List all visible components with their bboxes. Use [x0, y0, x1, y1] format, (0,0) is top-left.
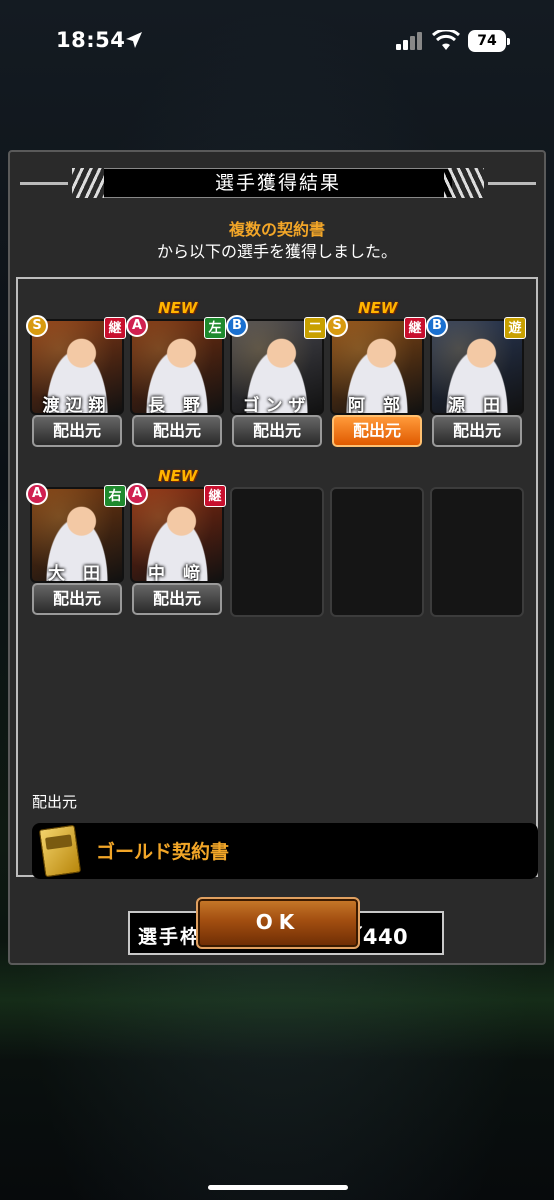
dialog-title: 選手獲得結果	[104, 168, 452, 198]
source-button[interactable]: 配出元	[132, 415, 222, 447]
rank-badge: A	[126, 483, 148, 505]
position-badge: 継	[204, 485, 226, 507]
ok-button[interactable]: OK	[196, 897, 360, 949]
wifi-icon	[432, 30, 460, 50]
player-card[interactable]: A 右大 田配出元	[26, 483, 126, 617]
rank-badge: S	[26, 315, 48, 337]
source-button[interactable]: 配出元	[232, 415, 322, 447]
player-name: 渡辺翔	[42, 396, 112, 416]
position-badge: 二	[304, 317, 326, 339]
rank-badge: B	[426, 315, 448, 337]
player-card[interactable]: B 遊源 田配出元	[426, 315, 526, 449]
cellular-signal-icon	[396, 32, 422, 50]
source-contract-name: ゴールド契約書	[96, 841, 230, 863]
position-badge: 継	[104, 317, 126, 339]
position-badge: 遊	[504, 317, 526, 339]
source-button[interactable]: 配出元	[32, 415, 122, 447]
source-button[interactable]: 配出元	[432, 415, 522, 447]
position-badge: 継	[404, 317, 426, 339]
player-card[interactable]: NEW A 継中 﨑配出元	[126, 467, 226, 617]
new-badge: NEW	[158, 299, 198, 317]
contract-type-text: 複数の契約書	[228, 220, 325, 239]
rank-badge: B	[226, 315, 248, 337]
player-name: 中 﨑	[148, 564, 206, 584]
location-arrow-icon	[126, 32, 142, 48]
player-name: 源 田	[448, 396, 506, 416]
player-card[interactable]: NEW S 継阿 部配出元	[326, 299, 426, 449]
source-button[interactable]: 配出元	[32, 583, 122, 615]
player-name: 長 野	[148, 396, 206, 416]
home-indicator[interactable]	[208, 1185, 348, 1190]
empty-slot	[430, 487, 524, 617]
status-bar: 18:54 74	[0, 0, 554, 80]
empty-slot	[230, 487, 324, 617]
player-name: 阿 部	[348, 396, 406, 416]
player-card[interactable]: S 継渡辺翔 配出元	[26, 315, 126, 449]
player-card[interactable]: NEW A 左長 野配出元	[126, 299, 226, 449]
new-badge: NEW	[158, 467, 198, 485]
rank-badge: S	[326, 315, 348, 337]
empty-slot	[330, 487, 424, 617]
source-button[interactable]: 配出元	[332, 415, 422, 447]
result-message: から以下の選手を獲得しました。	[156, 242, 397, 261]
player-card[interactable]: B二ゴンザレス配出元	[226, 315, 326, 449]
acquisition-result-dialog: 選手獲得結果 複数の契約書 から以下の選手を獲得しました。 S 継渡辺翔 配出元 NE…	[8, 150, 546, 965]
player-list-frame: S継渡辺翔配出元NEWA左長 野配出元B二ゴンザレス配出元NEWS継阿 部配出元…	[16, 277, 538, 955]
gold-contract-icon	[38, 824, 82, 878]
dialog-title-bar: 選手獲得結果	[20, 168, 536, 198]
player-name: 大 田	[48, 564, 106, 584]
source-button[interactable]: 配出元	[132, 583, 222, 615]
new-badge: NEW	[358, 299, 398, 317]
rank-badge: A	[126, 315, 148, 337]
rank-badge: A	[26, 483, 48, 505]
source-contract-box: ゴールド契約書	[32, 823, 538, 879]
source-label: 配出元	[32, 793, 78, 811]
battery-icon: 74	[468, 30, 510, 52]
position-badge: 右	[104, 485, 126, 507]
position-badge: 左	[204, 317, 226, 339]
clock: 18:54	[56, 28, 126, 52]
